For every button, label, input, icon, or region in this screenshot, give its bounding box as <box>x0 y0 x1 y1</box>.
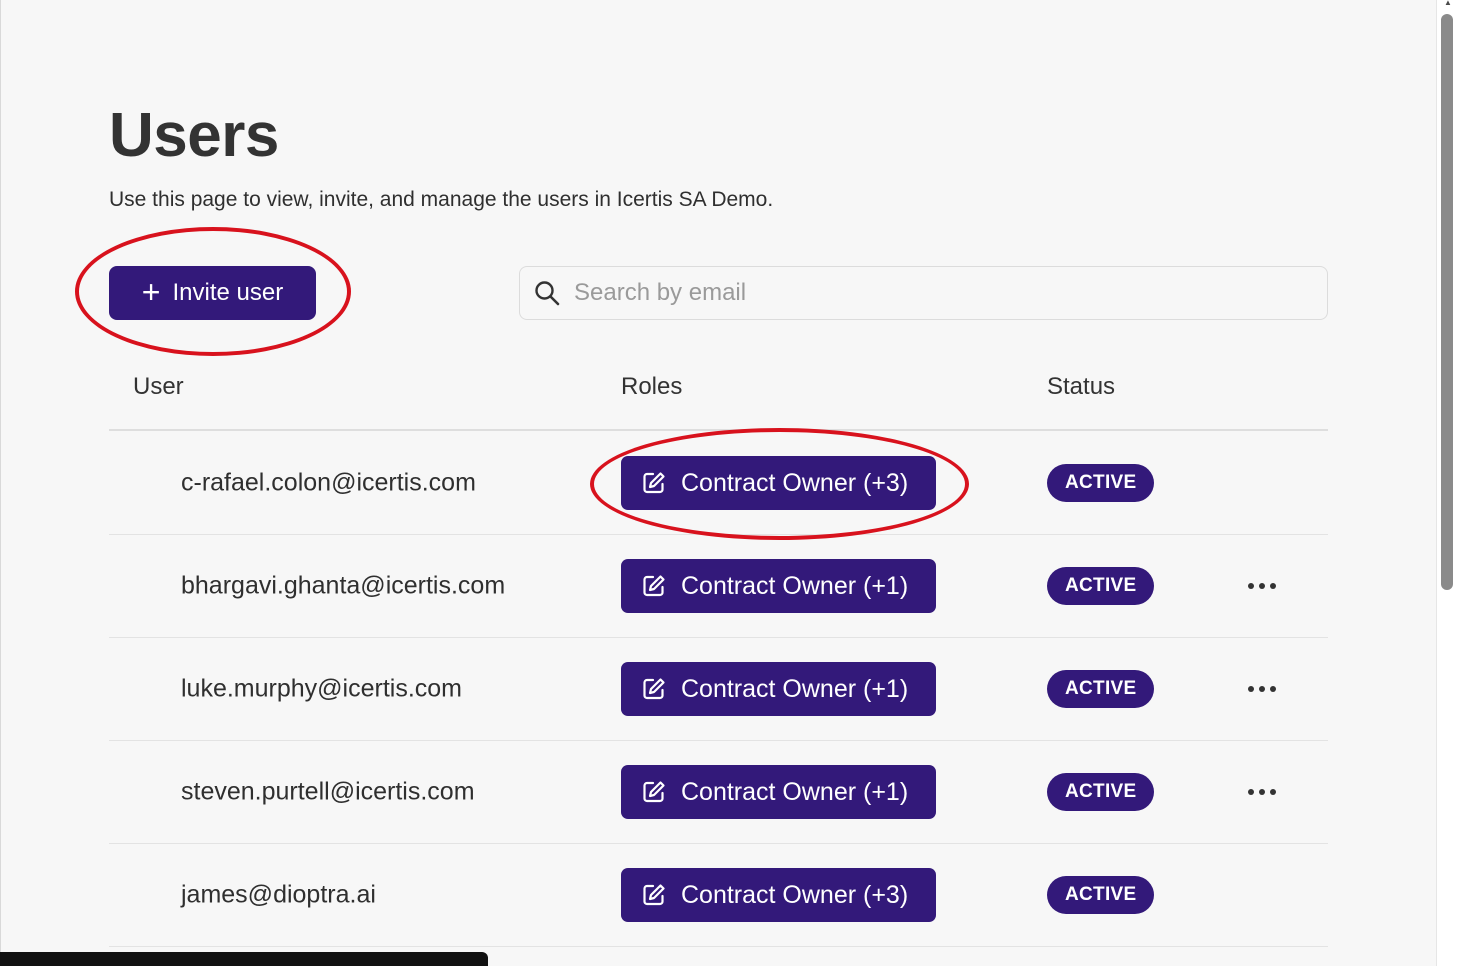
user-email: james@dioptra.ai <box>181 880 376 909</box>
edit-roles-button[interactable]: Contract Owner (+3) <box>621 456 937 510</box>
user-email: luke.murphy@icertis.com <box>181 674 463 703</box>
role-label: Contract Owner (+3) <box>681 880 909 909</box>
header-divider <box>109 429 1328 431</box>
edit-icon <box>643 575 665 597</box>
edit-roles-button[interactable]: Contract Owner (+1) <box>621 559 937 613</box>
table-row: steven.purtell@icertis.com Contract Owner… <box>109 741 1328 844</box>
scroll-up-arrow-icon[interactable]: ▲ <box>1442 0 1454 7</box>
edit-icon <box>643 472 665 494</box>
role-label: Contract Owner (+1) <box>681 777 909 806</box>
left-border <box>0 0 1 966</box>
edit-roles-button[interactable]: Contract Owner (+1) <box>621 765 937 819</box>
role-label: Contract Owner (+3) <box>681 468 909 497</box>
user-email: c-rafael.colon@icertis.com <box>181 468 476 497</box>
column-header-status[interactable]: Status <box>1047 373 1115 401</box>
table-row: c-rafael.colon@icertis.com Contract Owner… <box>109 432 1328 535</box>
table-row: james@dioptra.ai Contract Owner (+3) ACTIV… <box>109 844 1328 947</box>
user-email: bhargavi.ghanta@icertis.com <box>181 571 506 600</box>
table-row: bhargavi.ghanta@icertis.com Contract Owne… <box>109 535 1328 638</box>
search-input[interactable] <box>574 279 1274 307</box>
role-label: Contract Owner (+1) <box>681 674 909 703</box>
search-box[interactable] <box>519 266 1328 320</box>
status-badge: ACTIVE <box>1047 773 1155 811</box>
invite-user-label: Invite user <box>172 279 284 306</box>
status-badge: ACTIVE <box>1047 464 1155 502</box>
column-header-user[interactable]: User <box>133 373 184 401</box>
more-options-icon[interactable] <box>1239 674 1285 704</box>
invite-user-button[interactable]: + Invite user <box>109 266 316 320</box>
table-row: luke.murphy@icertis.com Contract Owner (+… <box>109 638 1328 741</box>
status-badge: ACTIVE <box>1047 876 1155 914</box>
page-title: Users <box>109 101 279 170</box>
search-icon <box>535 281 560 306</box>
column-header-roles[interactable]: Roles <box>621 373 682 401</box>
more-options-icon[interactable] <box>1239 571 1285 601</box>
more-options-icon[interactable] <box>1239 777 1285 807</box>
role-label: Contract Owner (+1) <box>681 571 909 600</box>
edit-icon <box>643 781 665 803</box>
edit-roles-button[interactable]: Contract Owner (+1) <box>621 662 937 716</box>
edit-icon <box>643 678 665 700</box>
edit-roles-button[interactable]: Contract Owner (+3) <box>621 868 937 922</box>
status-badge: ACTIVE <box>1047 670 1155 708</box>
user-email: steven.purtell@icertis.com <box>181 777 475 806</box>
status-badge: ACTIVE <box>1047 567 1155 605</box>
browser-status-bar <box>0 952 488 966</box>
plus-icon: + <box>141 273 161 310</box>
edit-icon <box>643 884 665 906</box>
page-subtitle: Use this page to view, invite, and manag… <box>109 188 774 211</box>
scrollbar-thumb[interactable] <box>1441 14 1453 590</box>
